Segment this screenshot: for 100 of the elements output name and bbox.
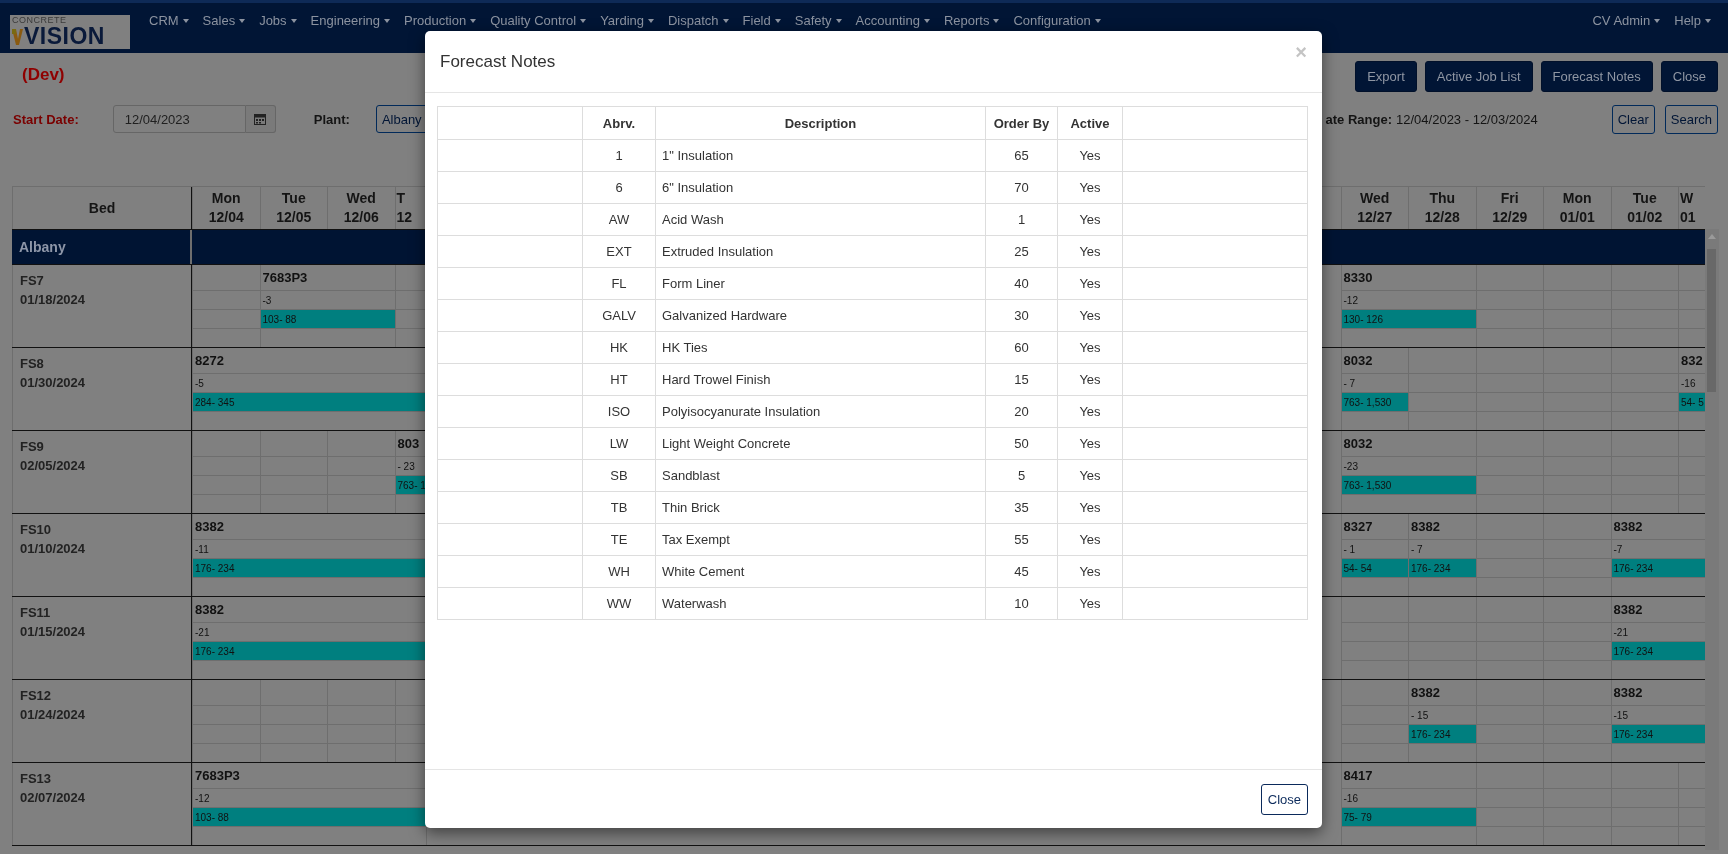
range-bar: 54- 5 (1679, 393, 1705, 411)
range-bar: 176- 234 (1409, 559, 1476, 577)
caret-icon (239, 19, 246, 23)
date-header: 01 (1680, 208, 1696, 227)
range-bar: 763- 1,530 (1341, 476, 1476, 494)
quantity-text: -7 (1612, 543, 1623, 555)
table-cell: Yes (1057, 235, 1123, 268)
menu-item[interactable]: Yarding (593, 14, 661, 28)
menu-item[interactable]: Help (1667, 14, 1718, 28)
date-header: 12/05 (276, 208, 312, 227)
quantity-text: -5 (194, 377, 204, 389)
quantity-text: -21 (194, 626, 210, 638)
date-header: 01/01 (1559, 208, 1595, 227)
menu-item[interactable]: Reports (936, 14, 1007, 28)
column-header: Description (655, 106, 986, 140)
table-cell: AW (582, 203, 656, 236)
column-header: Bed (12, 187, 192, 229)
table-cell: Form Liner (655, 267, 986, 300)
scrollbar[interactable] (1705, 229, 1719, 850)
date-header: 12/06 (343, 208, 379, 227)
quantity-text: -16 (1680, 377, 1696, 389)
table-cell: 65 (985, 139, 1058, 172)
caret-icon (580, 19, 587, 23)
table-cell: Yes (1057, 331, 1123, 364)
job-number: 7683P3 (261, 270, 308, 285)
table-cell: Polyisocyanurate Insulation (655, 395, 986, 428)
menu-item[interactable]: Engineering (303, 14, 397, 28)
toolbar-button[interactable]: Close (1660, 61, 1718, 92)
table-cell: Yes (1057, 459, 1123, 492)
bed-name: FS13 (20, 770, 53, 788)
table-cell: 60 (985, 331, 1058, 364)
quantity-text: -12 (194, 792, 210, 804)
table-cell: Light Weight Concrete (655, 427, 986, 460)
table-cell: 1" Insulation (655, 139, 986, 172)
filter-button[interactable]: Clear (1611, 104, 1655, 134)
menu-item[interactable]: Quality Control (483, 14, 594, 28)
toolbar-button[interactable]: Export (1355, 61, 1417, 92)
job-number: 8417 (1342, 768, 1373, 783)
bed-date: 01/24/2024 (20, 706, 87, 724)
job-number: 8272 (194, 353, 224, 368)
date-header: 12/04 (208, 208, 244, 227)
quantity-text: -21 (1612, 626, 1628, 638)
start-date-label: Start Date: (13, 111, 79, 127)
range-bar: 176- 234 (1611, 559, 1705, 577)
menu-item[interactable]: Jobs (252, 14, 304, 28)
date-header: 12 (396, 208, 413, 227)
bed-date: 01/18/2024 (20, 291, 87, 309)
menu-item[interactable]: Configuration (1006, 14, 1108, 28)
filter-button[interactable]: Search (1664, 104, 1718, 134)
table-cell: 70 (985, 171, 1058, 204)
menu-item[interactable]: Accounting (848, 14, 937, 28)
table-cell: 35 (985, 491, 1058, 524)
menu-item[interactable]: Sales (195, 14, 253, 28)
table-cell: Yes (1057, 427, 1123, 460)
quantity-text: - 15 (1410, 709, 1429, 721)
caret-icon (722, 19, 729, 23)
menu-item[interactable]: Production (397, 14, 484, 28)
table-cell: Waterwash (655, 587, 986, 620)
day-header: Fri (1500, 189, 1519, 208)
caret-icon (182, 19, 189, 23)
menu-item[interactable]: Safety (787, 14, 849, 28)
menu-item[interactable]: Field (735, 14, 788, 28)
range-bar: 763- 1,530 (1341, 393, 1408, 411)
table-cell: LW (582, 427, 656, 460)
quantity-text: -23 (1342, 460, 1358, 472)
table-cell: 15 (985, 363, 1058, 396)
quantity-text: -12 (1342, 294, 1358, 306)
table-cell: 1 (985, 203, 1058, 236)
range-bar: 284- 345 (193, 393, 426, 411)
menu-item[interactable]: Dispatch (661, 14, 736, 28)
bed-date: 01/15/2024 (20, 623, 87, 641)
range-bar: 54- 54 (1341, 559, 1408, 577)
date-header: 12/28 (1424, 208, 1460, 227)
table-cell: 6" Insulation (655, 171, 986, 204)
date-header: 12/27 (1357, 208, 1393, 227)
job-number: 8382 (1612, 685, 1643, 700)
day-header: T (396, 189, 406, 208)
logo[interactable]: CONCRETE VISION (10, 15, 130, 49)
logo-mark-icon (12, 28, 23, 45)
job-number: 8382 (194, 602, 224, 617)
menu-item[interactable]: CV Admin (1585, 14, 1668, 28)
range-bar: 176- 234 (193, 559, 426, 577)
toolbar-button[interactable]: Active Job List (1424, 61, 1533, 92)
bed-date: 02/05/2024 (20, 457, 87, 475)
range-bar: 75- 79 (1341, 808, 1476, 826)
table-cell: GALV (582, 299, 656, 332)
range-bar: 130- 126 (1341, 310, 1476, 328)
close-button[interactable]: Close (1260, 783, 1308, 815)
table-cell: FL (582, 267, 656, 300)
table-cell: WH (582, 555, 656, 588)
calendar-button[interactable] (245, 105, 276, 133)
menu-item[interactable]: CRM (142, 14, 196, 28)
table-cell: Sandblast (655, 459, 986, 492)
table-cell: Yes (1057, 587, 1123, 620)
date-field[interactable]: 12/04/2023 (112, 105, 246, 133)
job-number: 8032 (1342, 436, 1373, 451)
toolbar-button[interactable]: Forecast Notes (1540, 61, 1653, 92)
table-cell: HK Ties (655, 331, 986, 364)
table-cell: Yes (1057, 139, 1123, 172)
bed-date: 02/07/2024 (20, 789, 87, 807)
